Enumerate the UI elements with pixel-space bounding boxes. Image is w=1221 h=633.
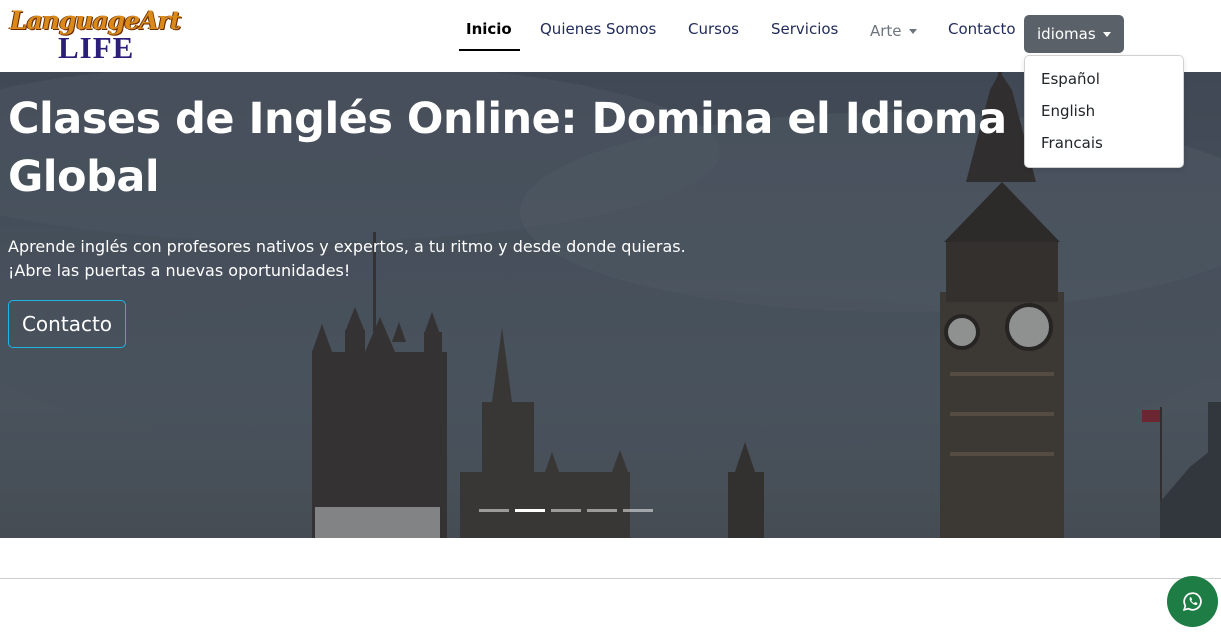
whatsapp-button[interactable] [1167,576,1218,627]
caret-down-icon [1102,32,1111,37]
carousel-indicator-1[interactable] [479,509,509,512]
nav-item-inicio[interactable]: Inicio [459,20,520,51]
carousel-indicator-5[interactable] [623,509,653,512]
site-logo[interactable]: LanguageArt LIFE [10,4,190,65]
logo-line-2: LIFE [58,30,135,65]
language-option-francais[interactable]: Francais [1041,134,1103,152]
language-option-english[interactable]: English [1041,102,1095,120]
nav-item-servicios[interactable]: Servicios [771,20,838,38]
hero-description: Aprende inglés con profesores nativos y … [8,237,686,280]
nav-item-quienes-somos[interactable]: Quienes Somos [540,20,656,38]
nav-item-arte-label: Arte [870,22,902,40]
nav-item-arte[interactable]: Arte [870,22,917,40]
carousel-indicator-2[interactable] [515,509,545,512]
language-option-espanol[interactable]: Español [1041,70,1100,88]
carousel-indicator-4[interactable] [587,509,617,512]
section-divider [0,578,1221,579]
nav-item-cursos[interactable]: Cursos [688,20,739,38]
language-button-label: idiomas [1037,25,1096,43]
caret-down-icon [908,29,917,34]
hero-contact-button[interactable]: Contacto [8,300,126,348]
nav-item-contacto[interactable]: Contacto [948,20,1016,38]
language-dropdown-button[interactable]: idiomas [1024,15,1124,53]
hero-title: Clases de Inglés Online: Domina el Idiom… [8,94,1007,202]
carousel-indicator-3[interactable] [551,509,581,512]
language-dropdown-menu: Español English Francais [1024,55,1184,168]
whatsapp-icon [1182,592,1202,612]
